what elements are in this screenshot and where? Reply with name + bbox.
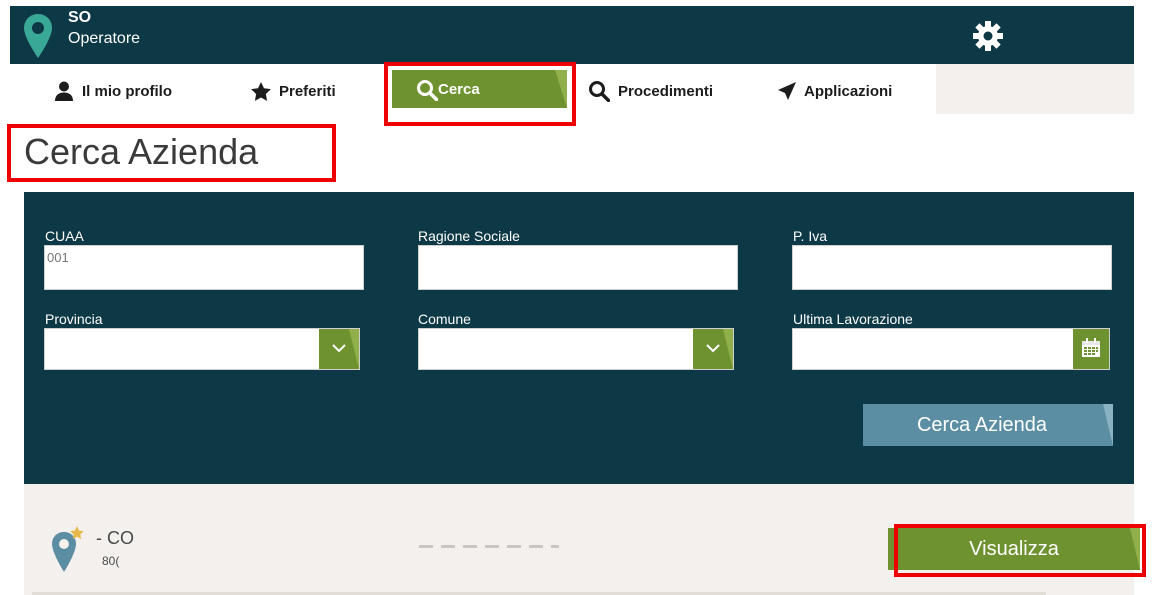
tab-my-profile[interactable]: Il mio profilo	[54, 76, 172, 106]
tab-applications[interactable]: Applicazioni	[778, 76, 892, 106]
chevron-down-icon	[706, 344, 720, 353]
highlight-box-page-title	[7, 124, 336, 182]
cuaa-input[interactable]: 001	[44, 245, 364, 290]
result-company-name: - CO	[96, 528, 134, 548]
tab-procedures-label: Procedimenti	[618, 82, 714, 100]
tab-applications-label: Applicazioni	[804, 82, 893, 100]
paper-plane-icon	[778, 82, 796, 100]
user-role: SO	[68, 9, 92, 26]
ragione-sociale-input[interactable]	[418, 245, 738, 290]
highlight-box-cerca-tab	[384, 62, 576, 126]
chevron-down-icon	[332, 344, 346, 353]
nav-filler	[936, 64, 1134, 114]
result-company-code: 80(	[102, 554, 120, 568]
piva-label: P. Iva	[793, 228, 827, 244]
tab-my-profile-label: Il mio profilo	[82, 82, 172, 100]
comune-button-facet	[723, 329, 733, 369]
tab-procedures[interactable]: Procedimenti	[588, 76, 713, 106]
highlight-box-view-button	[894, 524, 1146, 577]
comune-dropdown-button[interactable]	[693, 329, 733, 369]
user-icon	[55, 81, 73, 101]
ultima-lavorazione-label: Ultima Lavorazione	[793, 311, 913, 327]
provincia-label: Provincia	[45, 311, 103, 327]
favorite-map-pin-icon	[52, 526, 84, 572]
calendar-button[interactable]	[1073, 329, 1109, 369]
ultima-lavorazione-input[interactable]	[792, 328, 1110, 370]
search-button-facet	[1103, 404, 1113, 446]
ragione-sociale-label: Ragione Sociale	[418, 228, 520, 244]
provincia-button-facet	[349, 329, 359, 369]
user-name: Operatore	[68, 30, 141, 47]
tab-favorites-label: Preferiti	[279, 82, 336, 100]
gear-icon[interactable]	[972, 20, 1004, 52]
search-panel: CUAA 001 Ragione Sociale P. Iva Provinci…	[24, 192, 1134, 484]
calendar-icon	[1082, 338, 1100, 357]
search-company-button[interactable]: Cerca Azienda	[863, 404, 1113, 446]
piva-input[interactable]	[792, 245, 1112, 290]
comune-select[interactable]	[418, 328, 734, 370]
cuaa-label: CUAA	[45, 228, 84, 244]
map-pin-icon	[24, 14, 52, 58]
search-company-button-label: Cerca Azienda	[916, 413, 1048, 436]
result-redacted-text	[419, 545, 559, 548]
search-icon	[589, 81, 610, 102]
tab-favorites[interactable]: Preferiti	[251, 76, 336, 106]
provincia-dropdown-button[interactable]	[319, 329, 359, 369]
top-header: SO Operatore	[10, 6, 1134, 64]
comune-label: Comune	[418, 311, 471, 327]
provincia-select[interactable]	[44, 328, 360, 370]
star-icon	[251, 81, 271, 101]
